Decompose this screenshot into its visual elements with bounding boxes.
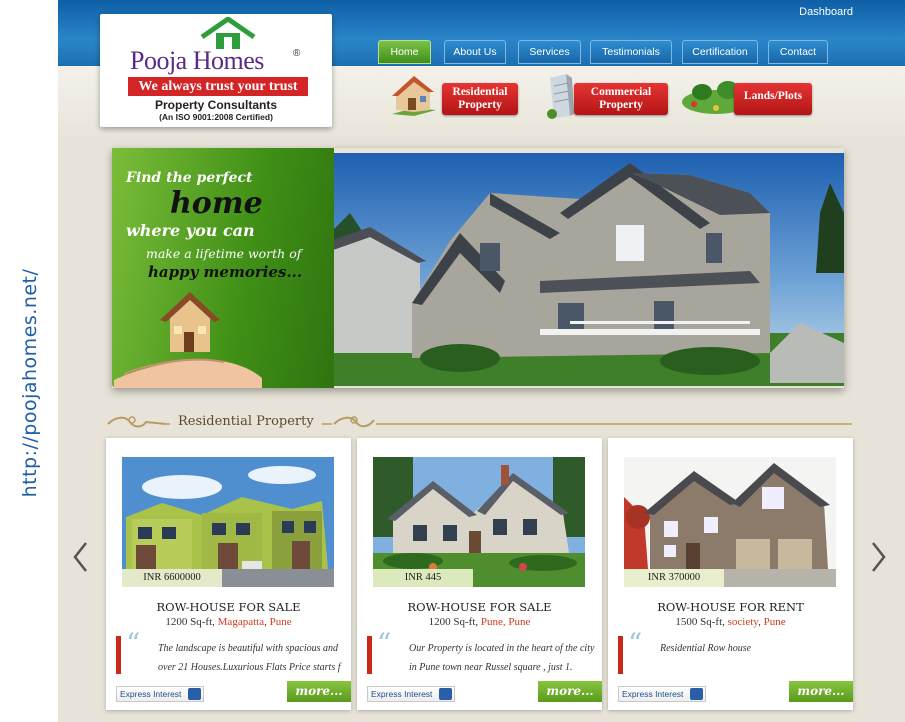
brand-name: Pooja Homes	[130, 46, 264, 76]
listing-3-description: Residential Row house	[660, 643, 752, 654]
quote-icon: “	[126, 627, 141, 660]
site-url-label: http://poojahomes.net/	[10, 262, 54, 502]
listing-3-city: Pune	[763, 616, 786, 628]
listing-2-description: Our Property is located in the heart of …	[409, 643, 595, 673]
quote-bar	[367, 636, 372, 674]
listing-2-photo[interactable]	[373, 457, 585, 587]
category-lands-plots-label: Lands/Plots	[734, 83, 812, 115]
quote-bar	[618, 636, 623, 674]
hero-line3: where you can	[126, 221, 255, 240]
listing-card-3: INR 370000 ROW-HOUSE FOR RENT 1500 Sq-ft…	[608, 438, 853, 710]
category-residential[interactable]: Residential Property	[388, 76, 520, 118]
listing-1-more-button[interactable]: more...	[287, 681, 351, 702]
iso-certification: (An ISO 9001:2008 Certified)	[159, 112, 273, 122]
ornament-right-icon	[332, 414, 376, 434]
listing-1-description: The landscape is beautiful with spacious…	[158, 643, 341, 673]
listing-1-area: 1200 Sq-ft,	[165, 616, 218, 628]
category-lands-plots[interactable]: Lands/Plots	[682, 78, 814, 118]
hero-line1: Find the perfect	[126, 170, 253, 186]
listing-2-more-button[interactable]: more...	[538, 681, 602, 702]
listing-3-title[interactable]: ROW-HOUSE FOR RENT	[608, 600, 853, 614]
listing-3-locality: society	[727, 616, 759, 628]
express-interest-label: Express Interest	[622, 689, 684, 699]
listing-1-location: 1200 Sq-ft, Magapatta, Pune	[106, 616, 351, 628]
nav-home[interactable]: Home	[378, 40, 431, 64]
listing-1-photo[interactable]	[122, 457, 334, 587]
carousel-prev-arrow-icon[interactable]	[71, 540, 91, 574]
thumbs-up-icon	[439, 688, 452, 700]
listing-1-city: Pune	[269, 616, 292, 628]
listing-2-title[interactable]: ROW-HOUSE FOR SALE	[357, 600, 602, 614]
category-commercial-line2: Property	[599, 99, 643, 111]
listing-3-photo[interactable]	[624, 457, 836, 587]
listing-2-express-interest-button[interactable]: Express Interest	[367, 686, 455, 702]
thumbs-up-icon	[188, 688, 201, 700]
brand-name-part2: Homes	[192, 46, 265, 75]
commercial-building-icon	[547, 74, 574, 119]
hero-house-illustration	[330, 163, 844, 386]
nav-testimonials[interactable]: Testimonials	[590, 40, 672, 64]
nav-about-us[interactable]: About Us	[444, 40, 506, 64]
listing-2-location: 1200 Sq-ft, Pune, Pune	[357, 616, 602, 628]
hero-line5: happy memories...	[148, 263, 303, 281]
category-commercial-label: Commercial Property	[574, 83, 668, 115]
listing-2-locality: Pune	[480, 616, 503, 628]
section-header-residential: Residential Property	[106, 412, 852, 436]
carousel-next-arrow-icon[interactable]	[868, 540, 888, 574]
brand-tagline: We always trust your trust	[128, 77, 308, 96]
listing-card-2: INR 445 ROW-HOUSE FOR SALE 1200 Sq-ft, P…	[357, 438, 602, 710]
listing-1-title[interactable]: ROW-HOUSE FOR SALE	[106, 600, 351, 614]
hero-green-panel: Find the perfect home where you can make…	[112, 148, 334, 388]
listing-2-price: INR 445	[373, 569, 473, 587]
listing-2-city: Pune	[508, 616, 531, 628]
site-url-text: http://poojahomes.net/	[19, 268, 41, 498]
category-commercial[interactable]: Commercial Property	[544, 74, 670, 119]
listing-card-1: INR 6600000 ROW-HOUSE FOR SALE 1200 Sq-f…	[106, 438, 351, 710]
listing-3-more-button[interactable]: more...	[789, 681, 853, 702]
hero-line2: home	[170, 186, 263, 221]
nav-services[interactable]: Services	[518, 40, 581, 64]
hero-banner: Find the perfect home where you can make…	[112, 148, 844, 388]
residential-house-icon	[392, 76, 436, 116]
listing-1-locality: Magapatta	[217, 616, 265, 628]
listing-1-express-interest-button[interactable]: Express Interest	[116, 686, 204, 702]
registered-mark: ®	[293, 48, 301, 59]
listing-3-location: 1500 Sq-ft, society, Pune	[608, 616, 853, 628]
hero-line4: make a lifetime worth of	[146, 246, 302, 261]
listing-3-express-interest-button[interactable]: Express Interest	[618, 686, 706, 702]
quote-bar	[116, 636, 121, 674]
category-residential-line1: Residential	[452, 86, 508, 98]
listing-1-price: INR 6600000	[122, 569, 222, 587]
brand-name-part1: Pooja	[130, 46, 187, 75]
category-residential-label: Residential Property	[442, 83, 518, 115]
brand-subtitle: Property Consultants	[154, 98, 277, 112]
website: Dashboard Pooja Homes ® We always trust …	[58, 0, 905, 722]
quote-icon: “	[628, 627, 643, 660]
listing-3-area: 1500 Sq-ft,	[675, 616, 728, 628]
hero-photo	[330, 153, 844, 386]
dashboard-link[interactable]: Dashboard	[799, 6, 853, 18]
category-residential-line2: Property	[458, 99, 502, 111]
nav-certification[interactable]: Certification	[682, 40, 758, 64]
house-roof-icon	[200, 17, 256, 49]
quote-icon: “	[377, 627, 392, 660]
category-commercial-line1: Commercial	[590, 86, 652, 98]
section-title: Residential Property	[170, 414, 322, 429]
hand-holding-house-image	[114, 292, 262, 388]
express-interest-label: Express Interest	[371, 689, 433, 699]
thumbs-up-icon	[690, 688, 703, 700]
nav-contact[interactable]: Contact	[768, 40, 828, 64]
express-interest-label: Express Interest	[120, 689, 182, 699]
listing-3-price: INR 370000	[624, 569, 724, 587]
ornament-left-icon	[107, 416, 166, 428]
logo[interactable]: Pooja Homes ® We always trust your trust…	[100, 14, 332, 127]
listing-2-area: 1200 Sq-ft,	[428, 616, 481, 628]
